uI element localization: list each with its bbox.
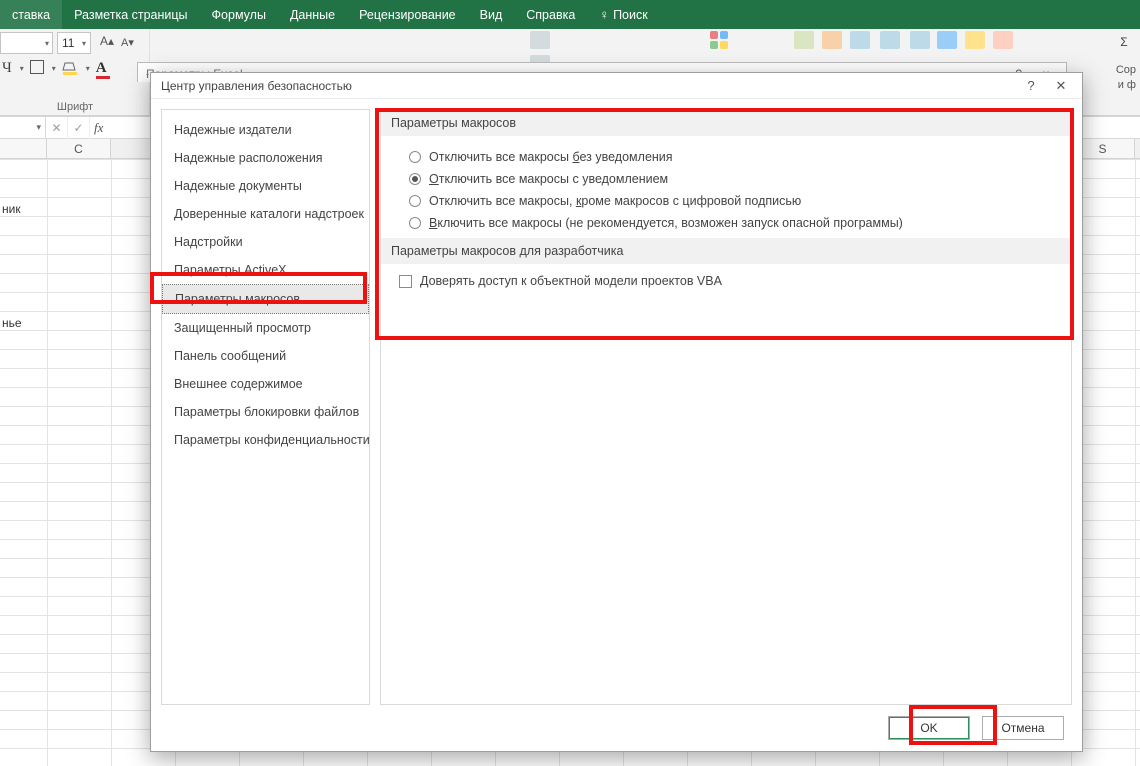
confirm-edit-button[interactable]: ✓ (68, 117, 90, 139)
nav-item[interactable]: Надежные издатели (162, 116, 369, 144)
radio-icon[interactable] (409, 151, 421, 163)
ribbon-search[interactable]: ♀ Поиск (587, 0, 659, 29)
nav-item[interactable]: Параметры конфиденциальности (162, 426, 369, 454)
cancel-edit-button[interactable]: ✕ (46, 117, 68, 139)
radio-icon[interactable] (409, 173, 421, 185)
section-header: Параметры макросов для разработчика (381, 238, 1071, 264)
help-button[interactable]: ? (1016, 73, 1046, 99)
decrease-font-icon[interactable]: A▾ (121, 36, 134, 49)
font-family-dropdown[interactable]: ▾ (0, 32, 53, 54)
macro-radio-group: Отключить все макросы без уведомления Отк… (381, 136, 1071, 238)
border-icon (30, 60, 44, 74)
close-button[interactable]: ✕ (1046, 73, 1076, 99)
ribbon-tab[interactable]: Справка (514, 0, 587, 29)
font-color-bar (96, 76, 110, 79)
radio-label: Включить все макросы (не рекомендуется, … (429, 216, 903, 230)
chevron-down-icon: ▾ (18, 64, 24, 73)
font-size-dropdown[interactable]: 11 ▾ (57, 32, 91, 54)
ribbon-far-right: Σ (1114, 32, 1134, 52)
chevron-down-icon: ▾ (50, 64, 56, 73)
nav-item[interactable]: Надежные документы (162, 172, 369, 200)
ribbon-text: Сор (1116, 64, 1136, 76)
ribbon-tab[interactable]: Рецензирование (347, 0, 468, 29)
ribbon-tab[interactable]: Вид (468, 0, 515, 29)
fx-icon[interactable]: fx (90, 120, 103, 136)
underline-button[interactable]: Ч (2, 60, 12, 77)
chevron-down-icon: ▾ (45, 39, 49, 48)
ribbon-tab[interactable]: Данные (278, 0, 347, 29)
col-head[interactable]: C (47, 139, 111, 158)
increase-font-icon[interactable]: A▴ (100, 34, 114, 48)
trust-center-dialog: Центр управления безопасностью ? ✕ Надеж… (150, 72, 1083, 752)
dialog-footer: OK Отмена (151, 705, 1082, 751)
radio-icon[interactable] (409, 195, 421, 207)
checkbox-label: Доверять доступ к объектной модели проек… (420, 274, 722, 288)
ribbon-text: и ф (1118, 79, 1136, 91)
ribbon-search-label: Поиск (613, 8, 648, 22)
section-header: Параметры макросов (381, 110, 1071, 136)
trust-center-nav: Надежные издателиНадежные расположенияНа… (161, 109, 370, 705)
ribbon-tabs: ставка Разметка страницы Формулы Данные … (0, 0, 1140, 29)
nav-item[interactable]: Внешнее содержимое (162, 370, 369, 398)
nav-item[interactable]: Параметры ActiveX (162, 256, 369, 284)
checkbox-icon[interactable] (399, 275, 412, 288)
dialog-titlebar: Центр управления безопасностью ? ✕ (151, 73, 1082, 99)
trust-vba-checkbox-row[interactable]: Доверять доступ к объектной модели проек… (381, 264, 1071, 292)
bucket-icon (62, 61, 78, 76)
macro-radio-option[interactable]: Включить все макросы (не рекомендуется, … (409, 212, 1057, 234)
name-box[interactable]: ▾ (0, 117, 46, 139)
col-head[interactable] (0, 139, 47, 158)
ribbon-group-label: Шрифт (0, 101, 150, 113)
ribbon-tab[interactable]: Разметка страницы (62, 0, 199, 29)
ribbon-font-group: ▾ 11 ▾ A▴ A▾ Ч ▾ ▾ ▾ A Шрифт (0, 29, 150, 117)
radio-icon[interactable] (409, 217, 421, 229)
dialog-title: Центр управления безопасностью (161, 79, 352, 93)
nav-item[interactable]: Надстройки (162, 228, 369, 256)
macro-radio-option[interactable]: Отключить все макросы без уведомления (409, 146, 1057, 168)
macro-radio-option[interactable]: Отключить все макросы, кроме макросов с … (409, 190, 1057, 212)
nav-item[interactable]: Параметры макросов (162, 284, 369, 314)
trust-center-content: Параметры макросов Отключить все макросы… (380, 109, 1072, 705)
ribbon-tab[interactable]: ставка (0, 0, 62, 29)
nav-item[interactable]: Защищенный просмотр (162, 314, 369, 342)
nav-item[interactable]: Панель сообщений (162, 342, 369, 370)
sigma-icon[interactable]: Σ (1114, 32, 1134, 52)
font-color-button[interactable]: A (96, 60, 107, 77)
chevron-down-icon: ▾ (84, 64, 90, 73)
macro-radio-option[interactable]: Отключить все макросы с уведомлением (409, 168, 1057, 190)
radio-label: Отключить все макросы, кроме макросов с … (429, 194, 801, 208)
ok-button[interactable]: OK (888, 716, 970, 740)
nav-item[interactable]: Надежные расположения (162, 144, 369, 172)
radio-label: Отключить все макросы с уведомлением (429, 172, 668, 186)
nav-item[interactable]: Доверенные каталоги надстроек (162, 200, 369, 228)
cell-text: нье (2, 316, 22, 330)
chevron-down-icon: ▾ (82, 39, 86, 48)
fill-color-button[interactable] (62, 61, 78, 76)
chevron-down-icon: ▾ (34, 122, 41, 133)
font-size-value: 11 (62, 36, 74, 50)
cancel-button[interactable]: Отмена (982, 716, 1064, 740)
ribbon-tab[interactable]: Формулы (200, 0, 278, 29)
cell-text: ник (2, 202, 21, 216)
nav-item[interactable]: Параметры блокировки файлов (162, 398, 369, 426)
radio-label: Отключить все макросы без уведомления (429, 150, 673, 164)
border-button[interactable] (30, 60, 44, 77)
lightbulb-icon: ♀ (599, 7, 609, 22)
